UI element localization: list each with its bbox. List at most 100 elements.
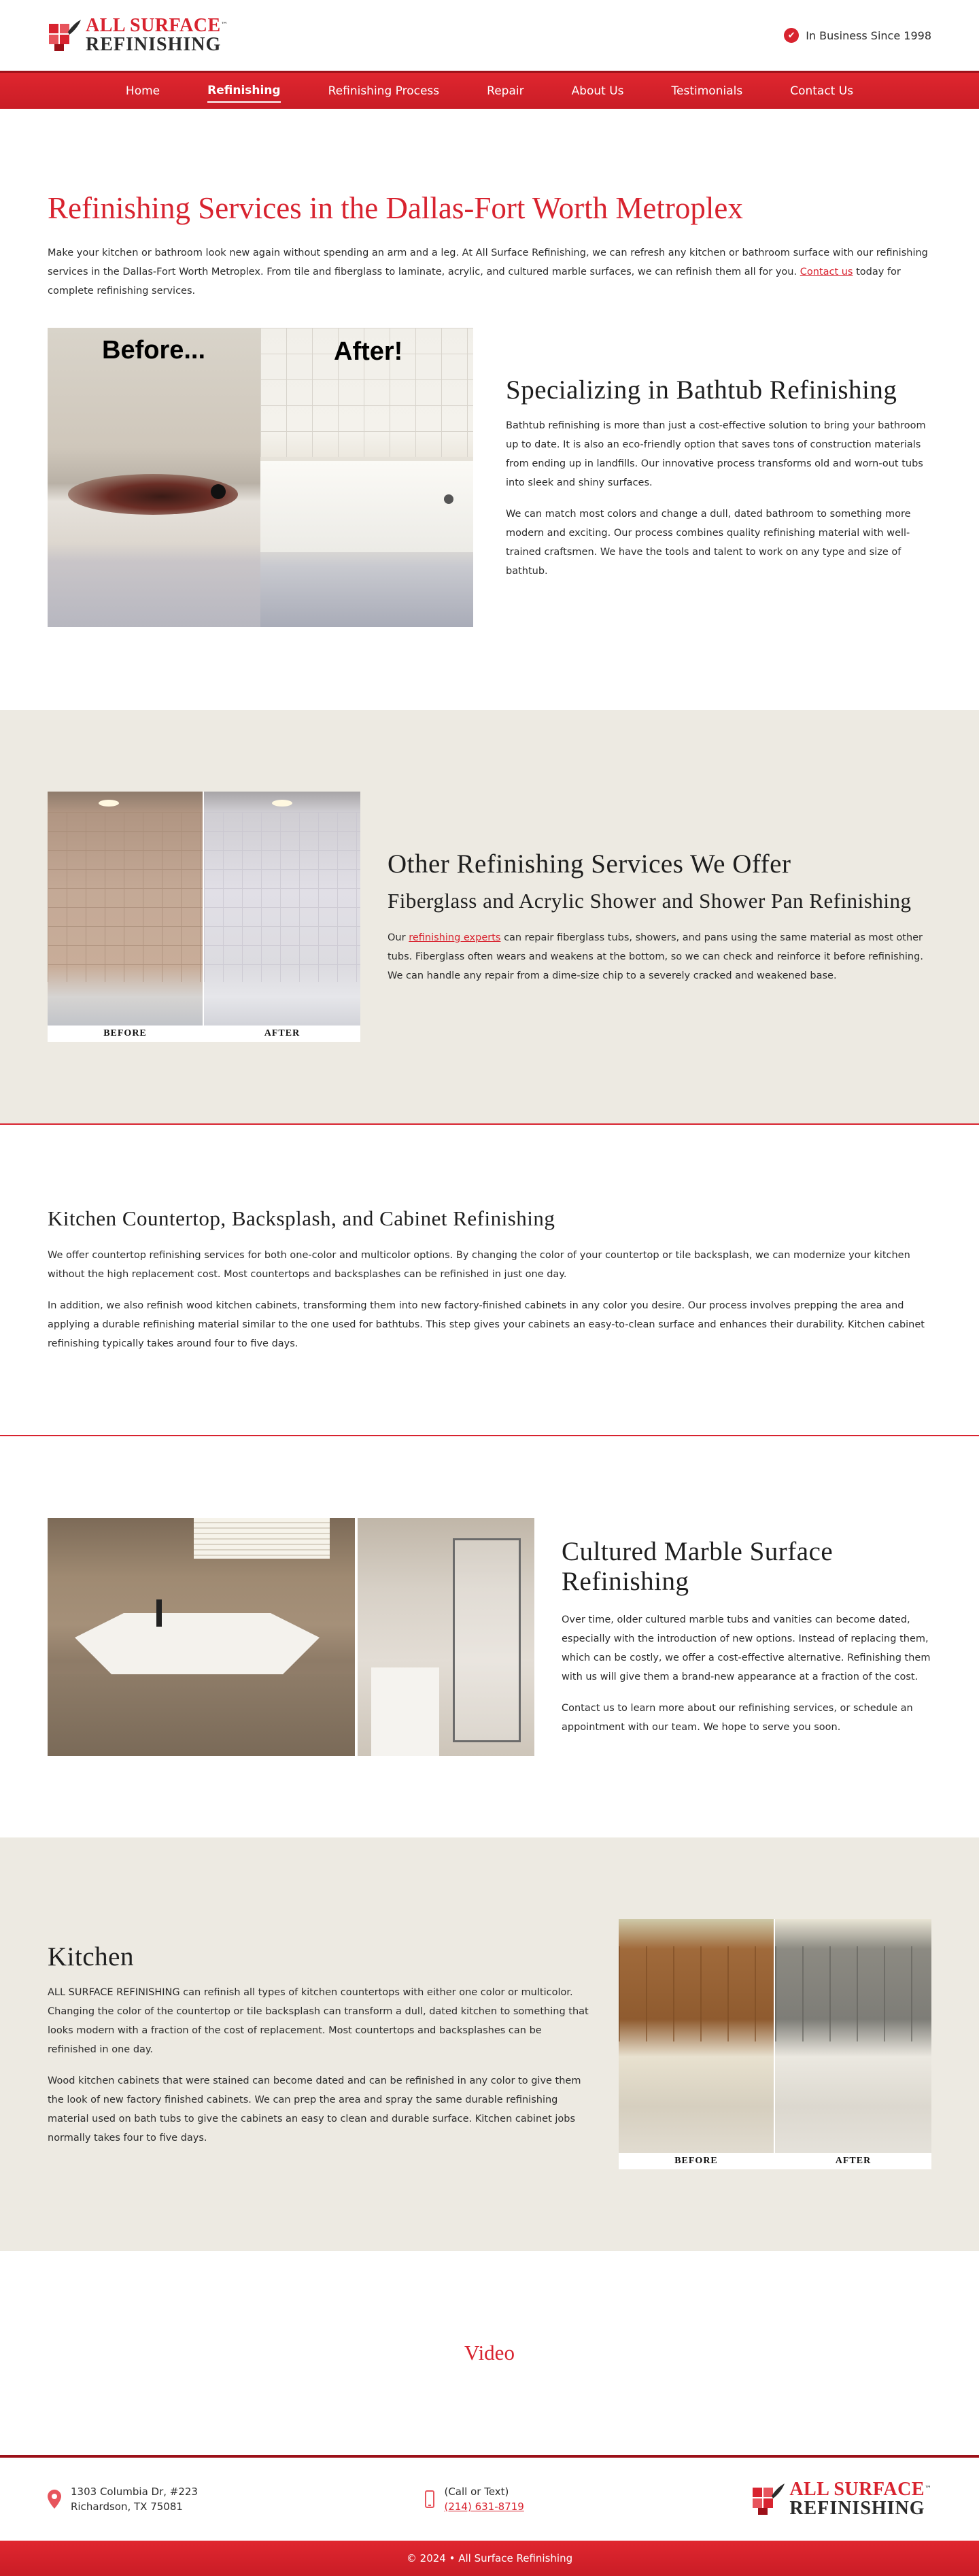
footer-logo[interactable]: ALL SURFACE™ REFINISHING [751, 2480, 931, 2518]
logo[interactable]: ALL SURFACE™ REFINISHING [48, 16, 228, 54]
intro-text: Make your kitchen or bathroom look new a… [48, 243, 931, 301]
nav-contact-us[interactable]: Contact Us [790, 80, 853, 102]
refinishing-experts-link[interactable]: refinishing experts [409, 932, 500, 943]
countertop-paragraph-1: We offer countertop refinishing services… [48, 1250, 910, 1280]
countertop-section: Kitchen Countertop, Backsplash, and Cabi… [0, 1125, 979, 1436]
main-nav: Home Refinishing Refinishing Process Rep… [0, 71, 979, 109]
nav-about-us[interactable]: About Us [572, 80, 624, 102]
tub [75, 1613, 320, 1674]
countertop-paragraph-2: In addition, we also refinish wood kitch… [48, 1300, 925, 1349]
drain [444, 494, 453, 504]
map-pin-icon [48, 2490, 61, 2509]
other-services-title: Other Refinishing Services We Offer [388, 849, 791, 879]
top-bar: ALL SURFACE™ REFINISHING ✔ In Business S… [0, 0, 979, 71]
light [99, 800, 119, 807]
check-circle-icon: ✔ [784, 28, 800, 43]
site-footer: 1303 Columbia Dr, #223 Richardson, TX 75… [0, 2455, 979, 2576]
phone-label: (Call or Text) [444, 2486, 509, 2498]
other-services-section: BEFORE AFTER Other Refinishing Services … [0, 710, 979, 1125]
after-caption: AFTER [775, 2153, 931, 2169]
bathtub-before-after-image: Before... After! [48, 328, 473, 627]
glass-door [453, 1538, 521, 1742]
phone-link[interactable]: (214) 631-8719 [444, 2501, 523, 2513]
copyright-bar: © 2024 • All Surface Refinishing [0, 2541, 979, 2576]
window [194, 1518, 330, 1559]
kitchen-paragraph-1: ALL SURFACE REFINISHING can refinish all… [48, 1986, 589, 2055]
marble-paragraph-1: Over time, older cultured marble tubs an… [562, 1614, 931, 1682]
logo-line-1: ALL SURFACE [86, 15, 221, 36]
tub-skirt [48, 1674, 355, 1756]
countertop-title: Kitchen Countertop, Backsplash, and Cabi… [48, 1206, 555, 1230]
fiberglass-subtitle: Fiberglass and Acrylic Shower and Shower… [388, 888, 912, 913]
faucet [156, 1599, 162, 1627]
nav-repair[interactable]: Repair [487, 80, 523, 102]
cabinets [619, 1946, 774, 2041]
address-line-1: 1303 Columbia Dr, #223 [71, 2486, 198, 2498]
tub-body [260, 457, 473, 552]
bathtub-paragraph-2: We can match most colors and change a du… [506, 508, 911, 577]
cabinets [775, 1946, 931, 2041]
site-header: ALL SURFACE™ REFINISHING ✔ In Business S… [0, 0, 979, 109]
marble-images [48, 1518, 534, 1756]
bathtub-text: Specializing in Bathtub Refinishing Bath… [506, 375, 931, 581]
bathtub-title: Specializing in Bathtub Refinishing [506, 375, 897, 405]
intro-section: Refinishing Services in the Dallas-Fort … [0, 109, 979, 301]
kitchen-text: Kitchen ALL SURFACE REFINISHING can refi… [48, 1942, 591, 2148]
fiberglass-text-part: Our [388, 932, 406, 943]
kitchen-paragraph-2: Wood kitchen cabinets that were stained … [48, 2075, 581, 2143]
before-caption: BEFORE [619, 2153, 774, 2169]
since-badge: ✔ In Business Since 1998 [784, 28, 931, 43]
nav-home[interactable]: Home [126, 80, 160, 102]
logo-line-2: REFINISHING [86, 34, 222, 55]
shower-before-after-image: BEFORE AFTER [48, 792, 360, 1042]
marble-tub-photo [48, 1518, 355, 1756]
logo-line-1: ALL SURFACE [789, 2479, 925, 2500]
logo-trademark: ™ [925, 2485, 931, 2493]
other-services-text: Other Refinishing Services We Offer Fibe… [388, 849, 931, 985]
video-title: Video [464, 2341, 515, 2365]
after-label: After! [334, 337, 403, 366]
bathtub-section: Before... After! Specializing in Bathtub… [0, 301, 979, 710]
footer-phone: (Call or Text) (214) 631-8719 [425, 2484, 524, 2514]
after-caption: AFTER [204, 1026, 360, 1042]
kitchen-title: Kitchen [48, 1942, 134, 1971]
tile-grid [48, 812, 203, 982]
drain [211, 484, 226, 499]
footer-address: 1303 Columbia Dr, #223 Richardson, TX 75… [48, 2484, 198, 2514]
nav-refinishing[interactable]: Refinishing [207, 80, 281, 103]
phone-icon [425, 2490, 435, 2508]
shower-before-photo: BEFORE [48, 792, 204, 1042]
bathtub-after-photo: After! [260, 328, 473, 627]
contact-us-link[interactable]: Contact us [800, 267, 853, 277]
nav-testimonials[interactable]: Testimonials [672, 80, 743, 102]
tile-grid [204, 812, 360, 982]
marble-paragraph-2: Contact us to learn more about our refin… [562, 1703, 913, 1733]
kitchen-section: Kitchen ALL SURFACE REFINISHING can refi… [0, 1837, 979, 2251]
shower-after-photo: AFTER [204, 792, 360, 1042]
nav-refinishing-process[interactable]: Refinishing Process [328, 80, 440, 102]
fiberglass-paragraph: Our refinishing experts can repair fiber… [388, 928, 931, 985]
since-text: In Business Since 1998 [806, 29, 931, 42]
kitchen-before-photo: BEFORE [619, 1919, 775, 2169]
footer-bar: 1303 Columbia Dr, #223 Richardson, TX 75… [0, 2455, 979, 2541]
before-label: Before... [102, 336, 206, 365]
marble-text: Cultured Marble Surface Refinishing Over… [562, 1537, 931, 1737]
bathtub-paragraph-1: Bathtub refinishing is more than just a … [506, 420, 926, 488]
logo-mark-icon [753, 2484, 785, 2515]
copyright-text: © 2024 • All Surface Refinishing [406, 2552, 573, 2564]
marble-shower-photo [358, 1518, 534, 1756]
vanity [371, 1667, 439, 1756]
marble-title: Cultured Marble Surface Refinishing [562, 1537, 834, 1596]
before-caption: BEFORE [48, 1026, 203, 1042]
logo-line-2: REFINISHING [789, 2498, 925, 2519]
marble-section: Cultured Marble Surface Refinishing Over… [0, 1436, 979, 1837]
logo-trademark: ™ [220, 21, 228, 29]
page-title: Refinishing Services in the Dallas-Fort … [48, 191, 743, 225]
video-section: Video [0, 2251, 979, 2455]
kitchen-after-photo: AFTER [775, 1919, 931, 2169]
light [272, 800, 292, 807]
logo-mark-icon [49, 20, 81, 51]
bathtub-before-photo: Before... [48, 328, 260, 627]
intro-text-part: Make your kitchen or bathroom look new a… [48, 248, 928, 277]
address-line-2: Richardson, TX 75081 [71, 2501, 183, 2513]
